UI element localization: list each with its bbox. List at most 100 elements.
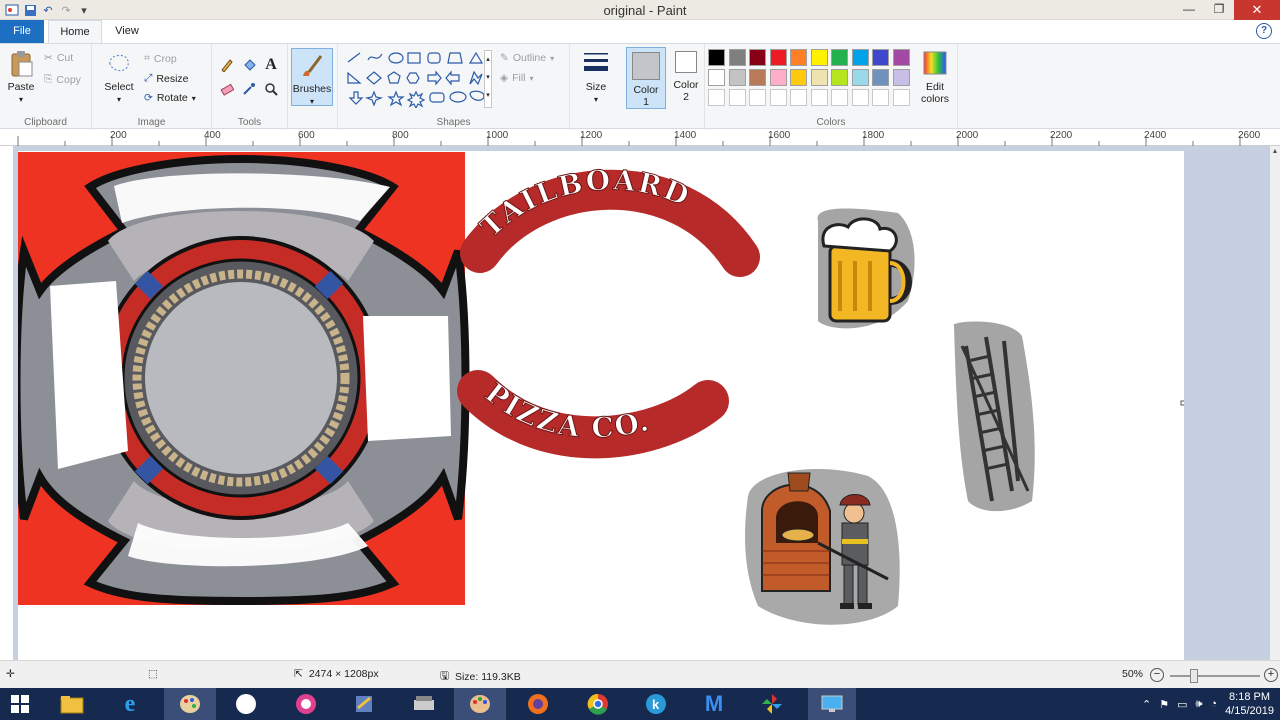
palette-swatch[interactable] (810, 49, 828, 66)
ruler-tick-label: 2600 (1238, 130, 1261, 141)
palette-swatch[interactable] (728, 69, 746, 86)
palette-swatch[interactable] (831, 49, 848, 66)
palette-swatch[interactable] (851, 49, 869, 66)
palette-swatch[interactable] (831, 69, 848, 86)
rotate-button[interactable]: ⟳ Rotate ▾ (144, 92, 196, 104)
canvas-resize-handle-right[interactable] (1180, 400, 1186, 406)
clipboard-group: Paste ▾ ✂ Cut ⎘ Copy Clipboard (0, 44, 92, 130)
picasa-icon[interactable] (286, 688, 326, 720)
firefox-icon[interactable] (518, 688, 558, 720)
title-bar: ↶ ↷ ▾ original - Paint — ❐ ✕ (0, 0, 1280, 20)
palette-custom-swatch[interactable] (790, 89, 807, 106)
k-app-icon[interactable]: k (636, 688, 676, 720)
palette-swatch[interactable] (749, 69, 766, 86)
color1-button[interactable]: Color 1 (626, 47, 666, 109)
tab-view[interactable]: View (104, 20, 150, 43)
tab-home[interactable]: Home (48, 20, 102, 43)
palette-swatch[interactable] (872, 69, 889, 86)
palette-swatch[interactable] (790, 69, 807, 86)
network-icon[interactable]: ▭ (1177, 698, 1187, 711)
m-app-icon[interactable]: M (694, 688, 734, 720)
display-app-icon[interactable] (808, 688, 856, 720)
pinwheel-app-icon[interactable] (752, 688, 792, 720)
internet-explorer-icon[interactable]: e (110, 688, 150, 720)
scroll-up-icon[interactable]: ▲ (1271, 148, 1279, 156)
palette-swatch[interactable] (790, 49, 807, 66)
brushes-button[interactable]: Brushes ▾ (291, 48, 333, 106)
fill-button[interactable]: ◈ Fill ▾ (500, 72, 534, 84)
shapes-gallery[interactable] (344, 50, 488, 108)
magnifier-icon[interactable] (262, 80, 280, 98)
palette-custom-swatch[interactable] (810, 89, 828, 106)
start-button[interactable] (0, 688, 40, 720)
restore-button[interactable]: ❐ (1204, 0, 1234, 20)
close-button[interactable]: ✕ (1234, 0, 1280, 20)
paste-button[interactable]: Paste ▾ (4, 50, 38, 106)
palette-swatch[interactable] (810, 69, 828, 86)
help-icon[interactable]: ? (1256, 23, 1272, 39)
size-button[interactable]: Size ▾ (576, 50, 616, 106)
palette-custom-swatch[interactable] (892, 89, 910, 106)
color2-button[interactable]: Color 2 (668, 51, 704, 103)
palette-swatch[interactable] (892, 69, 910, 86)
vertical-scrollbar[interactable]: ▲ (1270, 146, 1280, 660)
palette-swatch[interactable] (708, 69, 725, 86)
brush-icon (303, 55, 323, 76)
minimize-button[interactable]: — (1174, 0, 1204, 20)
palette-swatch[interactable] (892, 49, 910, 66)
ruler-tick-label: 800 (392, 130, 409, 141)
file-size: 🖫 Size: 119.3KB (440, 668, 521, 686)
volume-icon[interactable]: 🕪 (1195, 698, 1202, 711)
palette-custom-swatch[interactable] (851, 89, 869, 106)
resize-button[interactable]: ⤢ Resize (144, 72, 189, 85)
tab-file[interactable]: File (0, 20, 44, 43)
crop-button[interactable]: ⌗ Crop (144, 52, 177, 65)
palette-swatch[interactable] (728, 49, 746, 66)
shapes-gallery-scroll[interactable]: ▴ ▾ ▾ (484, 50, 492, 108)
scanner-icon[interactable] (404, 688, 444, 720)
brushes-label: Brushes (292, 83, 332, 95)
copy-button[interactable]: ⎘ Copy (44, 73, 81, 86)
palette-custom-swatch[interactable] (749, 89, 766, 106)
paint-taskbar-icon[interactable] (164, 688, 216, 720)
text-tool-icon[interactable]: A (262, 56, 280, 74)
tray-expand-icon[interactable]: ⌃ (1142, 698, 1151, 711)
outline-button[interactable]: ✎ Outline ▾ (500, 52, 554, 64)
palette-custom-swatch[interactable] (769, 89, 787, 106)
palette-custom-swatch[interactable] (728, 89, 746, 106)
edit-colors-button[interactable]: Edit colors (915, 50, 955, 105)
ruler-tick-label: 2200 (1050, 130, 1073, 141)
palette-custom-swatch[interactable] (872, 89, 889, 106)
pencil-icon[interactable] (218, 56, 236, 74)
eraser-icon[interactable] (218, 80, 236, 98)
palette-custom-swatch[interactable] (831, 89, 848, 106)
paint-palette-icon[interactable] (454, 688, 506, 720)
flag-icon[interactable]: ⚑ (1159, 698, 1169, 711)
clock[interactable]: 8:18 PM 4/15/2019 (1225, 690, 1274, 718)
image-group-label: Image (137, 117, 166, 128)
zoom-slider[interactable] (1170, 675, 1260, 677)
select-button[interactable]: Select ▾ (100, 50, 138, 106)
file-explorer-icon[interactable] (52, 688, 92, 720)
paste-label: Paste (7, 81, 35, 93)
palette-swatch[interactable] (851, 69, 869, 86)
zoom-in-button[interactable]: + (1264, 668, 1278, 682)
app-icon-1[interactable] (344, 688, 384, 720)
color-picker-icon[interactable] (240, 80, 258, 98)
safari-icon[interactable] (226, 688, 266, 720)
chrome-icon[interactable] (578, 688, 618, 720)
palette-swatch[interactable] (872, 49, 889, 66)
palette-swatch[interactable] (769, 49, 787, 66)
palette-custom-swatch[interactable] (708, 89, 725, 106)
palette-swatch[interactable] (749, 49, 766, 66)
artwork: TAILBOARD PIZZA CO. (12, 152, 1186, 625)
maltese-cross-badge (12, 152, 470, 606)
cut-button[interactable]: ✂ Cut (44, 52, 73, 64)
palette-swatch[interactable] (708, 49, 725, 66)
fill-bucket-icon[interactable] (240, 56, 258, 74)
wifi-icon[interactable]: ◔ (1210, 698, 1217, 710)
drawing-canvas[interactable]: TAILBOARD PIZZA CO. (12, 151, 1186, 660)
zoom-slider-thumb[interactable] (1190, 669, 1198, 683)
palette-swatch[interactable] (769, 69, 787, 86)
zoom-out-button[interactable]: − (1150, 668, 1164, 682)
